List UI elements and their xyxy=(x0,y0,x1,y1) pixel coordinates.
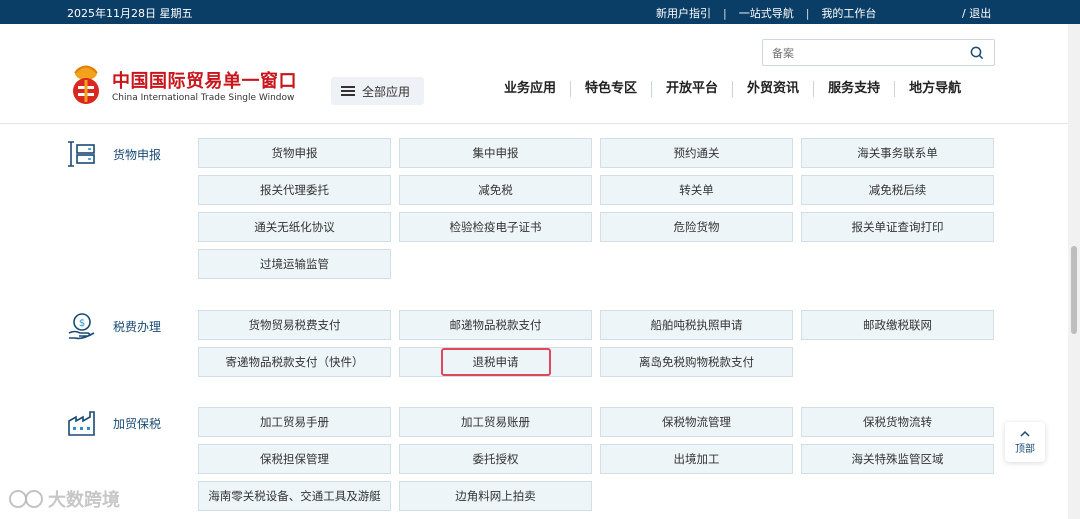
app-tile[interactable]: 减免税后续 xyxy=(801,175,994,205)
section-title-label: 税费办理 xyxy=(113,319,162,334)
search-box[interactable] xyxy=(762,39,995,66)
app-tile[interactable]: 加工贸易账册 xyxy=(399,407,592,437)
nav-trade-news[interactable]: 外贸资讯 xyxy=(732,81,813,97)
nav-business-apps[interactable]: 业务应用 xyxy=(490,81,570,97)
logo-emblem-icon[interactable] xyxy=(67,62,105,106)
back-to-top-button[interactable]: 顶部 xyxy=(1005,422,1045,462)
app-tile[interactable]: 海南零关税设备、交通工具及游艇 xyxy=(198,481,391,511)
tax-payment-icon: $ xyxy=(68,313,95,340)
all-apps-button[interactable]: 全部应用 xyxy=(331,77,424,105)
app-tile[interactable]: 预约通关 xyxy=(600,138,793,168)
app-tile[interactable]: 集中申报 xyxy=(399,138,592,168)
one-stop-nav-link[interactable]: 一站式导航 xyxy=(739,5,794,21)
main-nav: 业务应用 特色专区 开放平台 外贸资讯 服务支持 地方导航 xyxy=(490,81,975,97)
app-tile[interactable]: 保税货物流转 xyxy=(801,407,994,437)
app-tile[interactable]: 加工贸易手册 xyxy=(198,407,391,437)
logout-link[interactable]: / 退出 xyxy=(962,5,991,21)
divider: | xyxy=(723,6,727,20)
section-processing-trade: 加贸保税 xyxy=(67,408,161,438)
new-user-guide-link[interactable]: 新用户指引 xyxy=(656,5,711,21)
svg-text:$: $ xyxy=(79,318,85,329)
app-tile[interactable]: 海关特殊监管区域 xyxy=(801,444,994,474)
watermark: 大数跨境 xyxy=(8,486,120,512)
app-tile[interactable]: 海关事务联系单 xyxy=(801,138,994,168)
section-title-label: 加贸保税 xyxy=(113,416,162,431)
my-workbench-link[interactable]: 我的工作台 xyxy=(821,5,876,21)
app-tile[interactable]: 邮政缴税联网 xyxy=(801,310,994,340)
app-tile[interactable]: 货物申报 xyxy=(198,138,391,168)
all-apps-label: 全部应用 xyxy=(362,84,411,99)
search-input[interactable] xyxy=(772,45,952,61)
app-tile[interactable]: 过境运输监管 xyxy=(198,249,391,279)
nav-service-support[interactable]: 服务支持 xyxy=(813,81,894,97)
scrollbar-thumb[interactable] xyxy=(1071,246,1077,334)
app-tile[interactable]: 减免税 xyxy=(399,175,592,205)
logo-title[interactable]: 中国国际贸易单一窗口 xyxy=(112,67,297,93)
app-tile[interactable]: 委托授权 xyxy=(399,444,592,474)
tax-refund-tile[interactable]: 退税申请 xyxy=(399,347,592,377)
app-tile[interactable]: 保税物流管理 xyxy=(600,407,793,437)
top-links: 新用户指引 | 一站式导航 | 我的工作台 xyxy=(656,5,876,21)
watermark-text: 大数跨境 xyxy=(48,490,120,511)
section-cargo-declaration: 货物申报 xyxy=(67,139,161,169)
app-tile[interactable]: 检验检疫电子证书 xyxy=(399,212,592,242)
section-title-label: 货物申报 xyxy=(113,147,162,162)
app-tile[interactable]: 通关无纸化协议 xyxy=(198,212,391,242)
app-tile[interactable]: 货物贸易税费支付 xyxy=(198,310,391,340)
nav-open-platform[interactable]: 开放平台 xyxy=(651,81,732,97)
cargo-declaration-icon xyxy=(68,141,95,167)
app-tile[interactable]: 船舶吨税执照申请 xyxy=(600,310,793,340)
divider: | xyxy=(805,6,810,20)
app-tile[interactable]: 转关单 xyxy=(600,175,793,205)
app-tile[interactable]: 出境加工 xyxy=(600,444,793,474)
watermark-logo-icon xyxy=(9,490,43,508)
app-tile[interactable]: 邮递物品税款支付 xyxy=(399,310,592,340)
back-to-top-label: 顶部 xyxy=(1015,444,1035,455)
vertical-scrollbar[interactable] xyxy=(1068,24,1080,519)
app-tile[interactable]: 寄递物品税款支付（快件） xyxy=(198,347,391,377)
app-tile[interactable]: 危险货物 xyxy=(600,212,793,242)
app-tile[interactable]: 报关代理委托 xyxy=(198,175,391,205)
top-bar: 2025年11月28日 星期五 新用户指引 | 一站式导航 | 我的工作台 / … xyxy=(0,0,1080,24)
factory-icon xyxy=(68,411,95,436)
app-tile[interactable]: 离岛免税购物税款支付 xyxy=(600,347,793,377)
nav-local-navigation[interactable]: 地方导航 xyxy=(894,81,975,97)
nav-featured-zone[interactable]: 特色专区 xyxy=(570,81,651,97)
search-icon[interactable] xyxy=(970,46,984,60)
app-tile[interactable]: 保税担保管理 xyxy=(198,444,391,474)
app-tile[interactable]: 边角料网上拍卖 xyxy=(399,481,592,511)
section-tax-payment: $ 税费办理 xyxy=(67,311,161,341)
current-date: 2025年11月28日 星期五 xyxy=(67,7,193,20)
logo-subtitle: China International Trade Single Window xyxy=(112,93,295,103)
chevron-up-icon xyxy=(1020,430,1030,437)
app-tile[interactable]: 报关单证查询打印 xyxy=(801,212,994,242)
menu-icon xyxy=(341,86,355,96)
highlight-box: 退税申请 xyxy=(440,348,551,376)
